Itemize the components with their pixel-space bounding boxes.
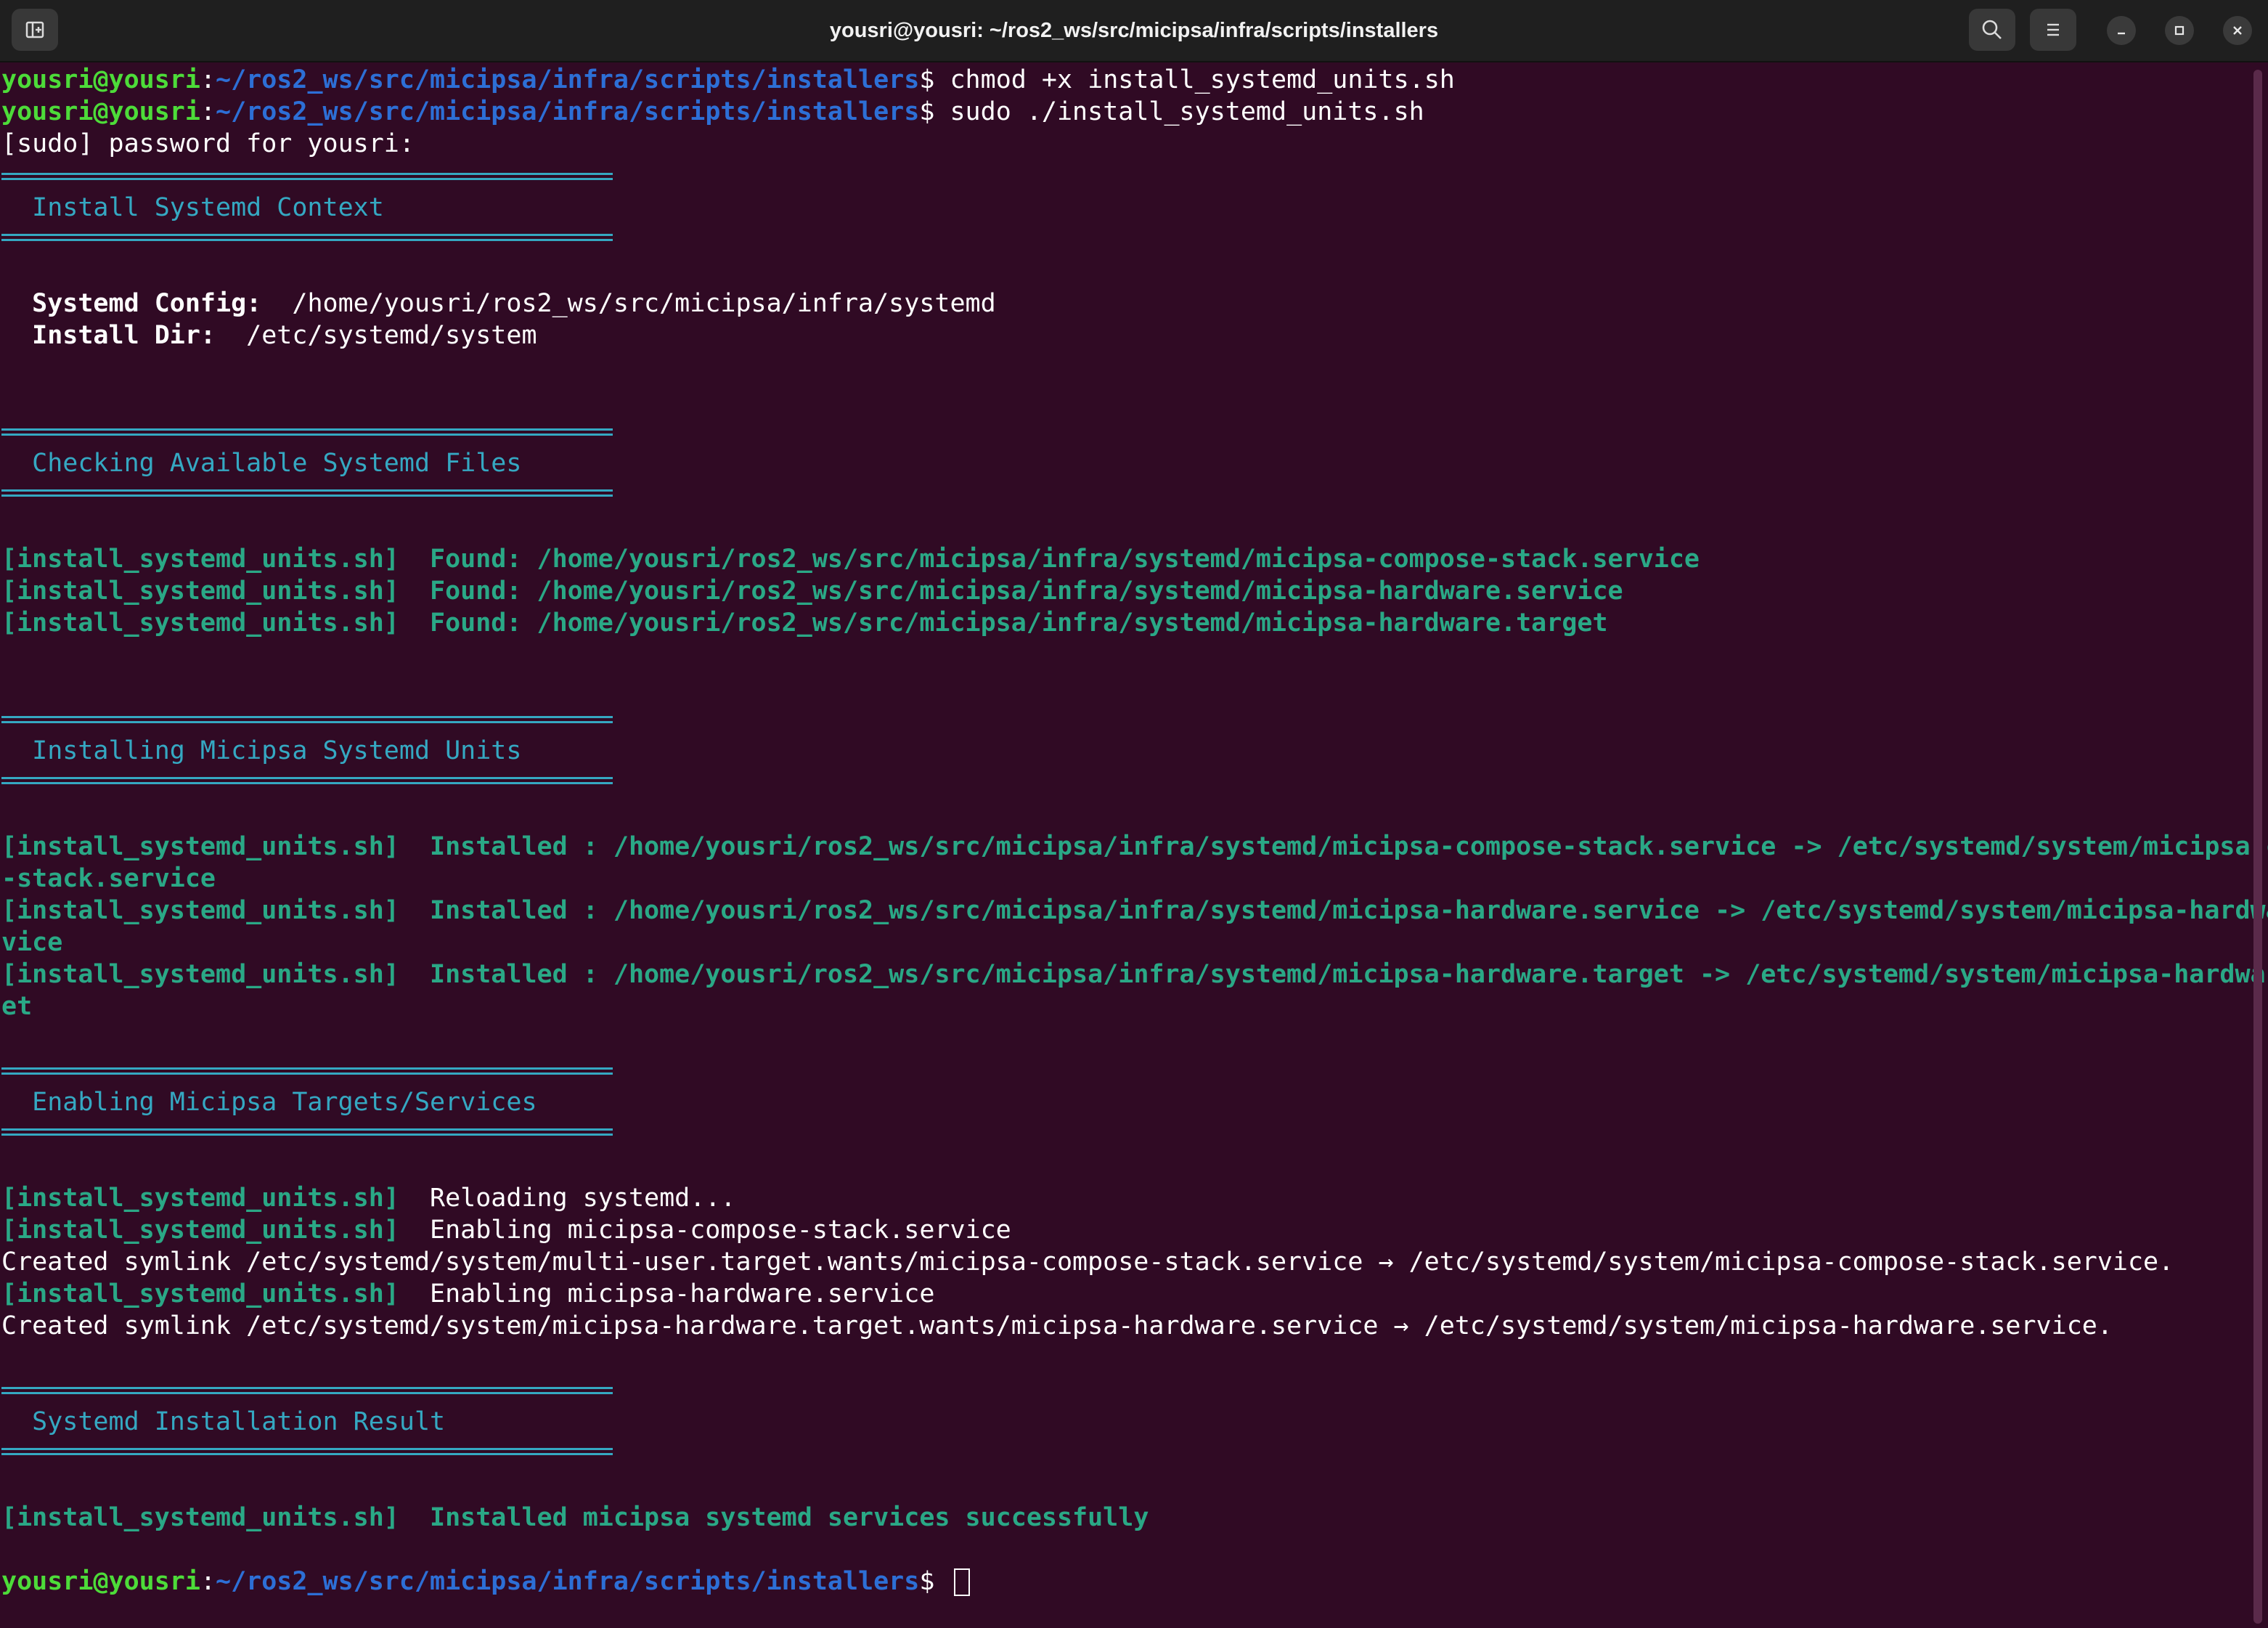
prompt-colon: : bbox=[200, 97, 216, 126]
section-divider bbox=[0, 479, 2251, 511]
terminal-output[interactable]: yousri@yousri:~/ros2_ws/src/micipsa/infr… bbox=[0, 64, 2268, 1628]
prompt-path: ~/ros2_ws/src/micipsa/infra/scripts/inst… bbox=[216, 1567, 920, 1596]
installed-wrap: -stack.service bbox=[1, 864, 216, 893]
command-text: sudo ./install_systemd_units.sh bbox=[950, 97, 1424, 126]
prompt-path: ~/ros2_ws/src/micipsa/infra/scripts/inst… bbox=[216, 65, 920, 94]
context-config-line: Systemd Config: /home/yousri/ros2_ws/src… bbox=[0, 288, 2251, 320]
menu-button[interactable] bbox=[2030, 9, 2076, 51]
section-divider bbox=[0, 1054, 2251, 1086]
command-text: chmod +x install_systemd_units.sh bbox=[950, 65, 1455, 94]
installed-text: Installed : /home/yousri/ros2_ws/src/mic… bbox=[399, 960, 2268, 989]
found-line: [install_systemd_units.sh] Found: /home/… bbox=[0, 607, 2251, 639]
section-header: Install Systemd Context bbox=[1, 193, 384, 222]
prompt-path: ~/ros2_ws/src/micipsa/infra/scripts/inst… bbox=[216, 97, 920, 126]
found-text: Found: /home/yousri/ros2_ws/src/micipsa/… bbox=[399, 609, 1608, 638]
result-text: Installed micipsa systemd services succe… bbox=[399, 1503, 1149, 1532]
prompt-line: yousri@yousri:~/ros2_ws/src/micipsa/infr… bbox=[0, 1566, 2251, 1598]
script-tag: [install_systemd_units.sh] bbox=[1, 896, 399, 925]
installed-text: Installed : /home/yousri/ros2_ws/src/mic… bbox=[399, 832, 2268, 861]
installed-wrap: vice bbox=[1, 928, 63, 957]
script-tag: [install_systemd_units.sh] bbox=[1, 1503, 399, 1532]
prompt-dollar: $ bbox=[919, 65, 950, 94]
reload-line: [install_systemd_units.sh] Reloading sys… bbox=[0, 1182, 2251, 1214]
script-tag: [install_systemd_units.sh] bbox=[1, 609, 399, 638]
sudo-password-prompt: [sudo] password for yousri: bbox=[1, 129, 415, 158]
install-dir-label: Install Dir: bbox=[1, 321, 216, 350]
close-button[interactable] bbox=[2223, 16, 2252, 45]
section-divider bbox=[0, 1118, 2251, 1150]
search-button[interactable] bbox=[1969, 9, 2015, 51]
reload-text: Reloading systemd... bbox=[399, 1184, 736, 1213]
maximize-icon bbox=[2174, 25, 2185, 36]
found-text: Found: /home/yousri/ros2_ws/src/micipsa/… bbox=[399, 577, 1623, 606]
window-titlebar: yousri@yousri: ~/ros2_ws/src/micipsa/inf… bbox=[0, 0, 2268, 62]
section-divider bbox=[0, 415, 2251, 447]
prompt-dollar: $ bbox=[919, 97, 950, 126]
installed-text: Installed : /home/yousri/ros2_ws/src/mic… bbox=[399, 896, 2268, 925]
prompt-line: yousri@yousri:~/ros2_ws/src/micipsa/infr… bbox=[0, 64, 2251, 96]
script-tag: [install_systemd_units.sh] bbox=[1, 577, 399, 606]
script-tag: [install_systemd_units.sh] bbox=[1, 832, 399, 861]
maximize-button[interactable] bbox=[2165, 16, 2194, 45]
found-line: [install_systemd_units.sh] Found: /home/… bbox=[0, 575, 2251, 607]
search-icon bbox=[1982, 20, 2002, 39]
install-dir-value: /etc/systemd/system bbox=[216, 321, 537, 350]
prompt-line: yousri@yousri:~/ros2_ws/src/micipsa/infr… bbox=[0, 96, 2251, 128]
script-tag: [install_systemd_units.sh] bbox=[1, 545, 399, 574]
minimize-icon bbox=[2118, 32, 2125, 35]
config-value: /home/yousri/ros2_ws/src/micipsa/infra/s… bbox=[261, 289, 996, 318]
section-header: Checking Available Systemd Files bbox=[1, 449, 522, 478]
found-text: Found: /home/yousri/ros2_ws/src/micipsa/… bbox=[399, 545, 1700, 574]
minimize-button[interactable] bbox=[2107, 16, 2136, 45]
result-line: [install_systemd_units.sh] Installed mic… bbox=[0, 1502, 2251, 1534]
prompt-colon: : bbox=[200, 1567, 216, 1596]
script-tag: [install_systemd_units.sh] bbox=[1, 1279, 399, 1308]
prompt-user: yousri@yousri bbox=[1, 65, 200, 94]
section-header: Installing Micipsa Systemd Units bbox=[1, 736, 522, 765]
symlink-line: Created symlink /etc/systemd/system/mici… bbox=[1, 1311, 2113, 1340]
hamburger-menu-icon bbox=[2047, 23, 2059, 36]
enable-line: [install_systemd_units.sh] Enabling mici… bbox=[0, 1214, 2251, 1246]
section-divider bbox=[0, 767, 2251, 799]
close-icon bbox=[2233, 26, 2242, 35]
installed-line: [install_systemd_units.sh] Installed : /… bbox=[0, 959, 2268, 990]
script-tag: [install_systemd_units.sh] bbox=[1, 1216, 399, 1245]
enable-text: Enabling micipsa-hardware.service bbox=[399, 1279, 935, 1308]
terminal-cursor bbox=[954, 1568, 971, 1596]
installed-line: [install_systemd_units.sh] Installed : /… bbox=[0, 831, 2268, 863]
window-title: yousri@yousri: ~/ros2_ws/src/micipsa/inf… bbox=[829, 19, 1439, 42]
prompt-colon: : bbox=[200, 65, 216, 94]
prompt-user: yousri@yousri bbox=[1, 1567, 200, 1596]
section-divider bbox=[0, 160, 2251, 192]
symlink-line: Created symlink /etc/systemd/system/mult… bbox=[1, 1248, 2174, 1277]
section-divider bbox=[0, 1438, 2251, 1470]
prompt-dollar: $ bbox=[919, 1567, 950, 1596]
section-header: Enabling Micipsa Targets/Services bbox=[1, 1088, 537, 1117]
found-line: [install_systemd_units.sh] Found: /home/… bbox=[0, 543, 2251, 575]
prompt-user: yousri@yousri bbox=[1, 97, 200, 126]
scrollbar[interactable] bbox=[2253, 70, 2262, 1624]
section-divider bbox=[0, 703, 2251, 735]
section-divider bbox=[0, 1374, 2251, 1406]
enable-line: [install_systemd_units.sh] Enabling mici… bbox=[0, 1278, 2251, 1310]
section-header: Systemd Installation Result bbox=[1, 1407, 446, 1436]
enable-text: Enabling micipsa-compose-stack.service bbox=[399, 1216, 1011, 1245]
installed-wrap: et bbox=[1, 992, 33, 1021]
script-tag: [install_systemd_units.sh] bbox=[1, 1184, 399, 1213]
installed-line: [install_systemd_units.sh] Installed : /… bbox=[0, 895, 2268, 927]
section-divider bbox=[0, 224, 2251, 256]
script-tag: [install_systemd_units.sh] bbox=[1, 960, 399, 989]
context-dir-line: Install Dir: /etc/systemd/system bbox=[0, 320, 2251, 351]
config-label: Systemd Config: bbox=[1, 289, 262, 318]
